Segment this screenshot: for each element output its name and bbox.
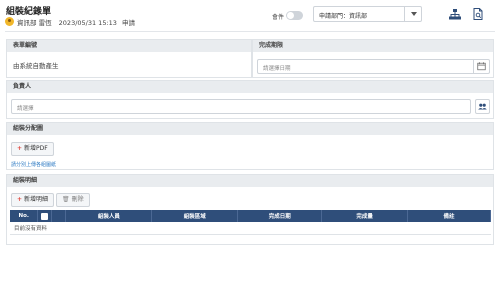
page-title: 組裝紀錄單 xyxy=(6,7,52,17)
assembly-detail-section: 組裝明細 + 新增明細 🗑 刪除 No. 組裝人員 組裝區域 完成日期 完成量 備註… xyxy=(6,174,494,245)
col-quantity: 完成量 xyxy=(321,210,409,222)
plus-icon: + xyxy=(17,196,23,203)
responsible-section: 負責人 請選擇 xyxy=(6,80,494,119)
empty-row: 目前沒有資料 xyxy=(10,222,491,235)
header-divider xyxy=(5,31,495,32)
responsible-input[interactable]: 請選擇 xyxy=(11,99,471,114)
form-number-label: 表單編號 xyxy=(7,40,251,52)
chevron-down-icon[interactable] xyxy=(404,7,421,21)
empty-text: 目前沒有資料 xyxy=(10,222,491,235)
col-select xyxy=(37,210,53,222)
add-pdf-button[interactable]: + 新增PDF xyxy=(11,142,54,156)
user-group-icon[interactable] xyxy=(475,99,490,114)
assembly-detail-label: 組裝明細 xyxy=(7,175,493,187)
status-badge: 申請 xyxy=(122,19,135,27)
form-number-value: 由系統自動產生 xyxy=(13,62,59,70)
department-select[interactable]: 申請部門：資訊部 xyxy=(313,6,422,22)
delete-button[interactable]: 🗑 刪除 xyxy=(56,193,90,207)
responsible-placeholder: 請選擇 xyxy=(17,106,34,112)
record-meta: 資訊部 雷恆 2023/05/31 15:13 申請 xyxy=(17,17,138,27)
toggle-label: 會件 xyxy=(272,14,285,21)
col-blank xyxy=(51,210,67,222)
col-area: 組裝區域 xyxy=(151,210,239,222)
due-date-section: 完成期限 請選擇日期 xyxy=(252,39,494,78)
applicant-name: 資訊部 雷恆 xyxy=(17,19,52,27)
detail-table: No. 組裝人員 組裝區域 完成日期 完成量 備註 目前沒有資料 xyxy=(10,210,491,235)
col-assembler: 組裝人員 xyxy=(65,210,153,222)
col-complete-date: 完成日期 xyxy=(237,210,323,222)
assembly-allocation-label: 組裝分配圖 xyxy=(7,123,493,135)
toggle-switch[interactable] xyxy=(286,11,303,20)
form-number-section: 表單編號 由系統自動產生 xyxy=(6,39,252,78)
due-date-placeholder: 請選擇日期 xyxy=(263,66,291,72)
trash-icon: 🗑 xyxy=(62,196,70,203)
select-all-checkbox[interactable] xyxy=(41,212,49,220)
add-detail-button[interactable]: + 新增明細 xyxy=(11,193,55,207)
record-datetime: 2023/05/31 15:13 xyxy=(58,19,117,27)
assembly-allocation-section: 組裝分配圖 + 新增PDF 請分別上傳各組圖紙 xyxy=(6,122,494,170)
document-icon[interactable] xyxy=(473,8,483,20)
calendar-icon[interactable] xyxy=(473,60,489,73)
upload-hint: 請分別上傳各組圖紙 xyxy=(11,162,57,168)
department-select-value: 申請部門：資訊部 xyxy=(319,13,368,20)
org-chart-icon[interactable] xyxy=(449,9,461,20)
plus-icon: + xyxy=(17,145,23,152)
detail-table-header: No. 組裝人員 組裝區域 完成日期 完成量 備註 xyxy=(10,210,491,222)
add-detail-label: 新增明細 xyxy=(24,196,49,203)
col-remarks: 備註 xyxy=(407,210,491,222)
add-pdf-label: 新增PDF xyxy=(24,145,48,152)
due-date-input[interactable]: 請選擇日期 xyxy=(257,59,490,74)
avatar xyxy=(5,17,14,26)
delete-label: 刪除 xyxy=(71,196,84,203)
responsible-label: 負責人 xyxy=(7,81,493,93)
due-date-label: 完成期限 xyxy=(253,40,493,52)
col-no: No. xyxy=(10,210,39,222)
